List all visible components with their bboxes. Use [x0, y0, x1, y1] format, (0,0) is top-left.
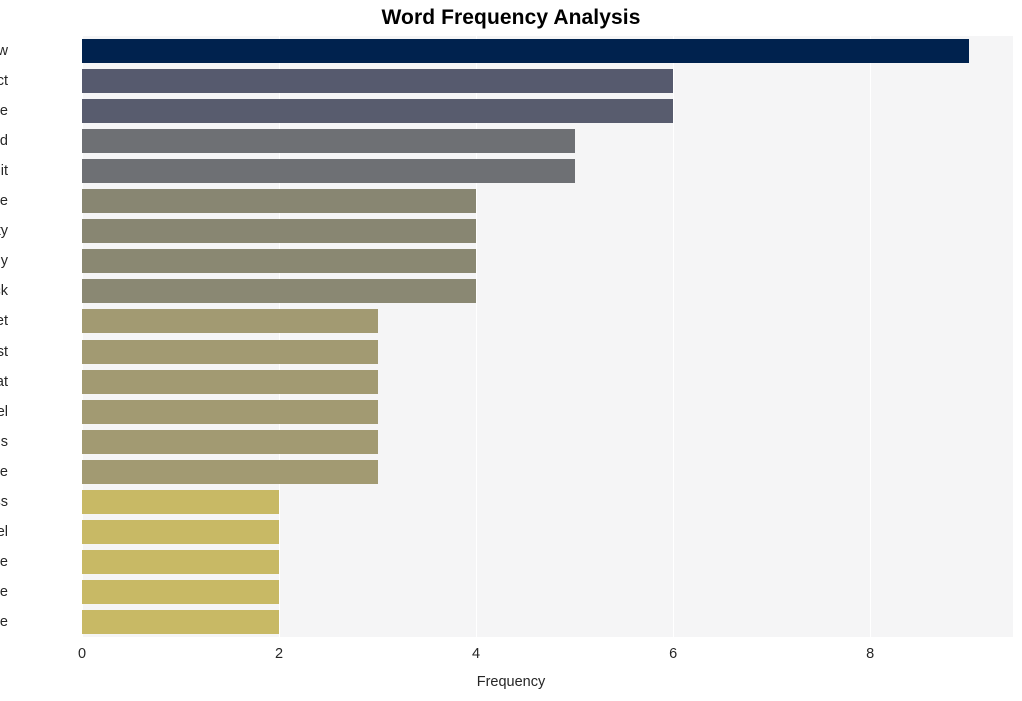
bar-security[interactable] [82, 219, 477, 244]
gridline-x-2 [279, 36, 281, 637]
y-tick-label-august: august [0, 343, 8, 360]
y-tick-label-code: code [0, 613, 8, 630]
bar-address[interactable] [82, 489, 280, 514]
bar-privilege[interactable] [82, 459, 378, 484]
y-tick-label-security: security [0, 223, 8, 240]
bar-row [82, 189, 1013, 214]
x-tick-label-0: 0 [77, 646, 87, 662]
y-tick-label-flaw: flaw [0, 43, 8, 60]
y-tick-label-attack: attack [0, 283, 8, 300]
bar-pixel[interactable] [82, 399, 378, 424]
bar-attack[interactable] [82, 279, 477, 304]
bar-row [82, 459, 1013, 484]
bar-row [82, 249, 1013, 274]
bar-row [82, 279, 1013, 304]
bar-target[interactable] [82, 309, 378, 334]
bar-august[interactable] [82, 339, 378, 364]
x-tick-label-8: 8 [866, 646, 875, 662]
gridline-x-8 [870, 36, 872, 637]
y-tick-label-pixel: pixel [0, 403, 8, 420]
bar-kernel[interactable] [82, 519, 280, 544]
x-axis-label: Frequency [476, 674, 546, 690]
bar-row [82, 489, 1013, 514]
gridline-x-4 [476, 36, 478, 637]
x-tick-label-2: 2 [274, 646, 284, 662]
y-tick-label-cve: cve [0, 103, 8, 120]
bar-row [82, 339, 1013, 364]
y-tick-label-company: company [0, 253, 8, 270]
bar-row [82, 429, 1013, 454]
y-tick-label-exploit: exploit [0, 163, 8, 180]
bar-company[interactable] [82, 249, 477, 274]
y-tick-label-android: android [0, 133, 8, 150]
gridline-x-0 [82, 36, 83, 637]
bar-row [82, 399, 1013, 424]
bar-exploit[interactable] [82, 159, 575, 184]
bar-impact[interactable] [82, 69, 674, 94]
bar-threat[interactable] [82, 369, 378, 394]
y-tick-label-kernel: kernel [0, 523, 8, 540]
x-tick-label-4: 4 [472, 646, 481, 662]
chart-figure: Word Frequency Analysis flaw impact cve and… [0, 0, 1022, 701]
bar-google[interactable] [82, 189, 477, 214]
y-tick-label-threat: threat [0, 373, 8, 390]
y-tick-label-privilege: privilege [0, 463, 8, 480]
bar-row [82, 519, 1013, 544]
bar-devices[interactable] [82, 429, 378, 454]
bar-row [82, 129, 1013, 154]
bar-row [82, 99, 1013, 124]
y-tick-label-devices: devices [0, 433, 8, 450]
x-tick-label-6: 6 [669, 646, 678, 662]
bar-code[interactable] [82, 609, 280, 634]
chart-title: Word Frequency Analysis [381, 6, 641, 29]
y-tick-label-address: address [0, 493, 8, 510]
bar-row [82, 579, 1013, 604]
y-tick-label-google: google [0, 193, 8, 210]
gridline-x-6 [673, 36, 675, 637]
y-tick-label-remote: remote [0, 583, 8, 600]
bar-row [82, 219, 1013, 244]
bar-row [82, 549, 1013, 574]
bar-case[interactable] [82, 549, 280, 574]
plot-area [82, 36, 1013, 637]
bar-remote[interactable] [82, 579, 280, 604]
bar-row [82, 39, 1013, 64]
bar-row [82, 309, 1013, 334]
bar-row [82, 609, 1013, 634]
bar-flaw[interactable] [82, 39, 969, 64]
y-tick-label-impact: impact [0, 73, 8, 90]
y-tick-label-target: target [0, 313, 8, 330]
bar-android[interactable] [82, 129, 575, 154]
bar-row [82, 369, 1013, 394]
bar-row [82, 69, 1013, 94]
bar-cve[interactable] [82, 99, 674, 124]
bar-row [82, 159, 1013, 184]
y-tick-label-case: case [0, 553, 8, 570]
